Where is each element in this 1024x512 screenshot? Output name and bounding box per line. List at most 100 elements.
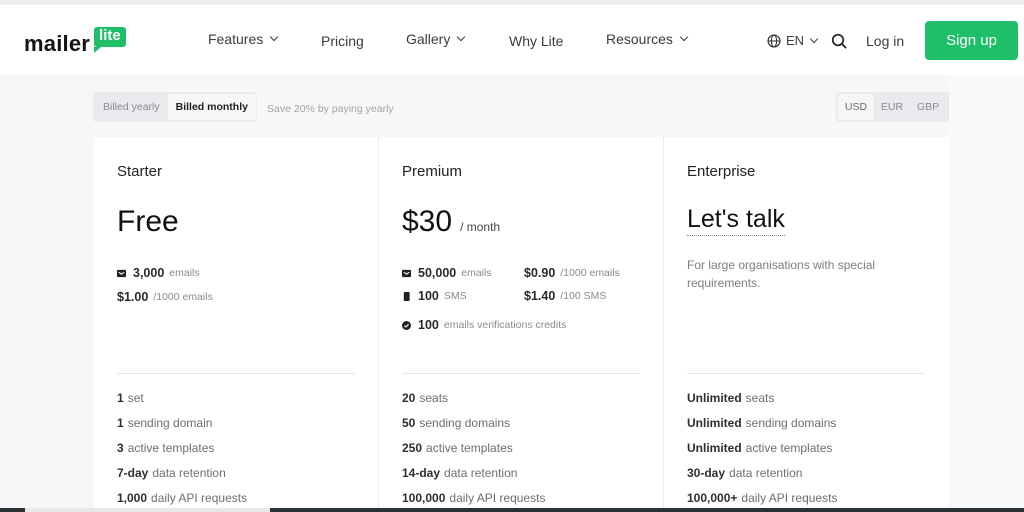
phone-icon (403, 291, 410, 301)
nav-features[interactable]: Features (208, 31, 279, 47)
language-selector[interactable]: EN (767, 33, 819, 48)
feature-value: 1 (117, 391, 124, 405)
plan-description: For large organisations with special req… (687, 258, 876, 290)
feature-value: 30-day (687, 466, 726, 480)
feature-value: Unlimited (687, 441, 742, 455)
feature-item: 14-day data retention (402, 466, 545, 491)
feature-value: 14-day (402, 466, 441, 480)
feature-text: set (127, 391, 144, 405)
feature-text: sending domain (127, 416, 213, 430)
extra-sms-price-unit: /100 SMS (560, 290, 607, 302)
plan-card-premium: Premium $30 / month 50,000 emails 100 SM… (379, 137, 664, 512)
feature-item: 1 sending domain (117, 416, 247, 441)
feature-value: 3 (117, 441, 124, 455)
billed-yearly-option[interactable]: Billed yearly (95, 94, 168, 120)
nav-pricing[interactable]: Pricing (321, 33, 364, 49)
extra-email-price-value: $0.90 (524, 266, 556, 280)
feature-text: daily API requests (741, 491, 838, 505)
mailerlite-logo[interactable]: mailer lite (24, 23, 126, 59)
feature-text: active templates (426, 441, 513, 455)
feature-item: 3 active templates (117, 441, 247, 466)
emails-label: emails (461, 267, 492, 279)
feature-value: 20 (402, 391, 416, 405)
nav-gallery-label: Gallery (406, 31, 451, 47)
emails-value: 3,000 (133, 266, 165, 280)
plan-price: Free (117, 205, 179, 239)
feature-text: sending domains (419, 416, 511, 430)
feature-text: daily API requests (449, 491, 546, 505)
feature-text: seats (745, 391, 775, 405)
chevron-down-icon (270, 32, 279, 42)
feature-value: 1 (117, 416, 124, 430)
feature-value: Unlimited (687, 391, 742, 405)
extra-sms-price-value: $1.40 (524, 289, 556, 303)
extra-emails-price: $1.00 /1000 emails (117, 290, 213, 304)
price-value: $30 (402, 205, 453, 238)
globe-icon (767, 33, 781, 48)
feature-item: Unlimited sending domains (687, 416, 837, 441)
nav-pricing-label: Pricing (321, 33, 364, 49)
feature-item: 50 sending domains (402, 416, 545, 441)
billed-monthly-option[interactable]: Billed monthly (167, 94, 256, 120)
feature-item: 1 set (117, 391, 247, 416)
language-code: EN (786, 33, 805, 48)
card-divider (402, 373, 640, 374)
feature-item: Unlimited active templates (687, 441, 837, 466)
feature-item: 250 active templates (402, 441, 545, 466)
feature-text: daily API requests (151, 491, 248, 505)
feature-item: 20 seats (402, 391, 545, 416)
card-divider (687, 373, 925, 374)
emails-label: emails (169, 267, 200, 279)
plan-price: $30 / month (402, 205, 500, 239)
nav-why-lite[interactable]: Why Lite (509, 33, 563, 49)
check-circle-icon (402, 320, 411, 330)
feature-text: active templates (127, 441, 215, 455)
site-header: mailer lite Features Pricing Gallery Why… (0, 5, 1024, 75)
feature-text: data retention (729, 466, 803, 480)
price-period: / month (460, 220, 501, 234)
feature-value: Unlimited (687, 416, 742, 430)
feature-value: 50 (402, 416, 416, 430)
feature-value: 100,000 (402, 491, 446, 505)
search-button[interactable] (831, 33, 847, 49)
pricing-cards: Starter Free 3,000 emails $1.00 /1000 em… (94, 137, 949, 512)
verification-credits: 100 emails verifications credits (402, 318, 566, 332)
extra-email-price-unit: /1000 emails (560, 267, 620, 279)
save-note: Save 20% by paying yearly (267, 103, 394, 115)
feature-text: data retention (152, 466, 226, 480)
feature-value: 250 (402, 441, 423, 455)
verif-label: emails verifications credits (443, 319, 567, 331)
emails-quota: 3,000 emails (117, 266, 200, 280)
chevron-down-icon (809, 34, 819, 43)
logo-badge: lite (94, 27, 126, 53)
login-link[interactable]: Log in (866, 33, 904, 49)
plan-name: Premium (402, 163, 463, 180)
feature-value: 1,000 (117, 491, 148, 505)
currency-gbp[interactable]: GBP (910, 94, 946, 120)
feature-value: 100,000+ (687, 491, 738, 505)
extra-price-unit: /1000 emails (153, 291, 213, 303)
chevron-down-icon (457, 32, 466, 42)
card-divider (117, 373, 355, 374)
logo-word: mailer (24, 31, 91, 56)
bottom-edge-segment (25, 508, 270, 512)
signup-button[interactable]: Sign up (925, 21, 1018, 60)
nav-gallery[interactable]: Gallery (406, 31, 466, 47)
emails-quota: 50,000 emails (402, 266, 492, 280)
currency-usd[interactable]: USD (838, 94, 874, 120)
sms-quota: 100 SMS (402, 289, 467, 303)
currency-eur[interactable]: EUR (874, 94, 910, 120)
plan-name: Enterprise (687, 163, 756, 180)
price-value: Free (117, 205, 179, 238)
sms-value: 100 (418, 289, 439, 303)
feature-text: sending domains (745, 416, 837, 430)
nav-resources[interactable]: Resources (606, 31, 689, 47)
plan-card-enterprise: Enterprise Let's talk For large organisa… (664, 137, 949, 512)
feature-item: 7-day data retention (117, 466, 247, 491)
billing-toggle: Billed yearly Billed monthly (93, 92, 257, 122)
nav-why-lite-label: Why Lite (509, 33, 564, 49)
plan-card-starter: Starter Free 3,000 emails $1.00 /1000 em… (94, 137, 379, 512)
feature-list: 1 set 1 sending domain 3 active templates 7… (117, 391, 247, 512)
lets-talk-link[interactable]: Let's talk (687, 205, 785, 236)
bottom-edge-bar (0, 508, 1024, 512)
